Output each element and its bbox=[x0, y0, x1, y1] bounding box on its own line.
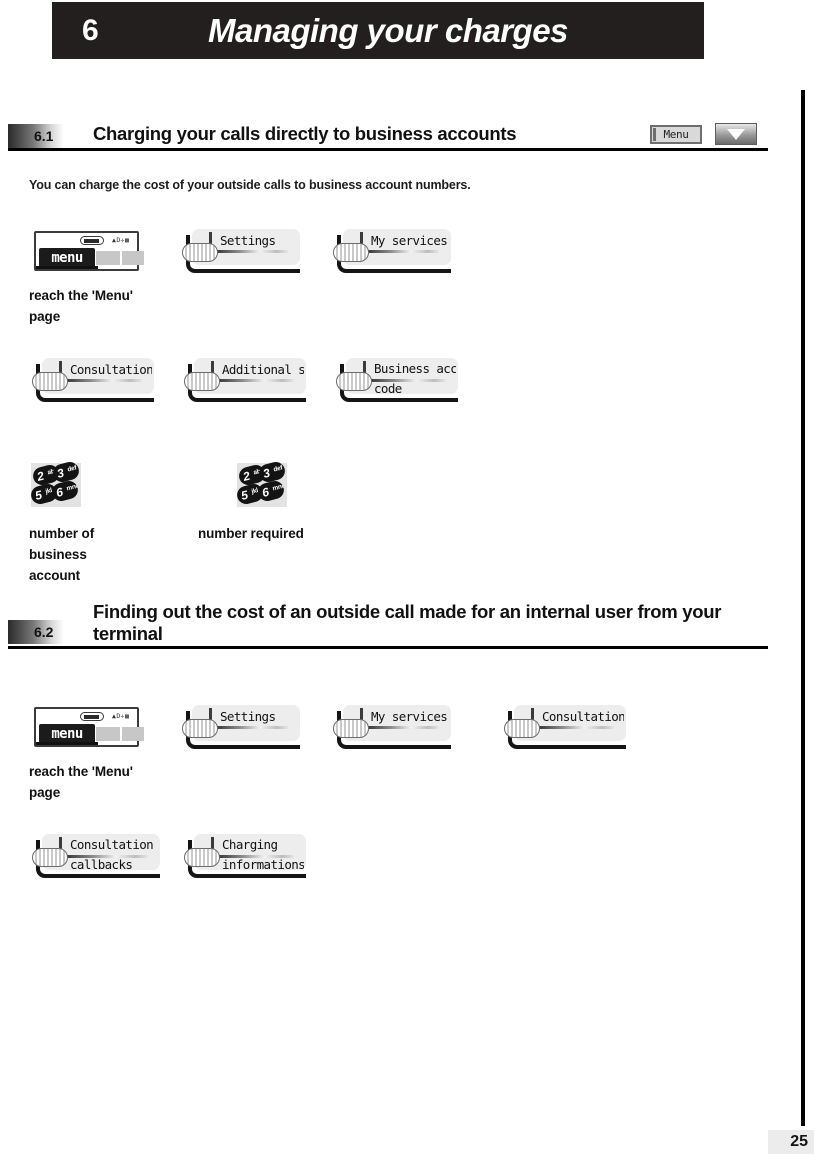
keypad-key-6: 6 mno bbox=[256, 479, 286, 503]
softkey-knob-icon bbox=[504, 719, 540, 738]
page-number-value: 25 bbox=[790, 1133, 808, 1150]
softkey-consultation-and-callbacks[interactable]: Consultation & callbacks bbox=[32, 834, 160, 878]
keypad-digit: 2 bbox=[241, 468, 252, 484]
caption-number-required: number required bbox=[198, 526, 304, 541]
softkey-label: Business accoun code bbox=[374, 361, 456, 394]
battery-icon bbox=[80, 236, 104, 245]
softkey-my-services[interactable]: My services bbox=[333, 229, 451, 273]
softkey-additional-services[interactable]: Additional servic bbox=[184, 358, 306, 402]
softkey-label: Consultation bbox=[70, 362, 152, 377]
softkey-business-account-code[interactable]: Business accoun code bbox=[336, 358, 458, 402]
caption-number-of-business-account: number of business account bbox=[29, 526, 95, 583]
softkey-consultation[interactable]: Consultation bbox=[32, 358, 154, 402]
keypad-letters: def bbox=[66, 464, 78, 474]
caption-part-bold: Menu bbox=[94, 764, 130, 779]
softkey-knob-icon bbox=[182, 243, 218, 262]
softkey-charging-informations[interactable]: Charging informations bbox=[184, 834, 306, 878]
caption-part-prefix: reach the ' bbox=[29, 288, 95, 303]
softkey-label: Settings bbox=[220, 709, 276, 724]
softkey-knob-icon bbox=[333, 719, 369, 738]
handset-slot-2 bbox=[122, 251, 144, 265]
keypad-letters: mno bbox=[65, 482, 80, 493]
softkey-label: Consultation & callbacks bbox=[70, 837, 154, 870]
softkey-label: Additional servic bbox=[222, 362, 304, 377]
handset-menu-tab: menu bbox=[39, 724, 95, 743]
softkey-knob-icon bbox=[333, 243, 369, 262]
handset-slot-1 bbox=[96, 251, 120, 265]
softkey-label: Consultation bbox=[542, 709, 624, 724]
handset-menu-icon: ▲D✛▩ menu bbox=[34, 707, 144, 747]
handset-slot-1 bbox=[96, 727, 120, 741]
keypad-icon-business-account: 2 abc 3 def 5 jkl 6 mno bbox=[29, 460, 81, 507]
menu-badge[interactable]: Menu bbox=[650, 125, 702, 144]
caption-part-bold: Menu bbox=[94, 288, 130, 303]
nav-down-button[interactable] bbox=[715, 123, 757, 145]
caption-part-suffix: ' bbox=[129, 764, 133, 779]
section-number: 6.1 bbox=[34, 128, 54, 144]
section-rule bbox=[8, 148, 768, 151]
section-title: Finding out the cost of an outside call … bbox=[93, 601, 722, 644]
keypad-digit: 6 bbox=[54, 484, 65, 500]
caption-part-line2: page bbox=[29, 309, 61, 324]
softkey-label: My services bbox=[371, 233, 448, 248]
caption-part-prefix: reach the ' bbox=[29, 764, 95, 779]
handset-baseline bbox=[36, 266, 98, 269]
keypad-digit: 5 bbox=[33, 487, 44, 503]
softkey-knob-icon bbox=[184, 848, 220, 867]
handset-status-bar: ▲D✛▩ bbox=[36, 235, 137, 247]
softkey-settings[interactable]: Settings bbox=[182, 705, 300, 749]
handset-menu-label: menu bbox=[51, 249, 83, 266]
menu-badge-label: Menu bbox=[663, 128, 689, 141]
softkey-consultation[interactable]: Consultation bbox=[504, 705, 626, 749]
caption-reach-menu-page: reach the 'Menu' page bbox=[29, 285, 179, 327]
keypad-digit: 2 bbox=[35, 468, 46, 484]
caption-part-suffix: ' bbox=[129, 288, 133, 303]
chapter-banner: 6 Managing your charges bbox=[52, 2, 704, 59]
softkey-knob-icon bbox=[184, 372, 220, 391]
caption-reach-menu-page: reach the 'Menu' page bbox=[29, 761, 179, 803]
battery-icon bbox=[80, 712, 104, 721]
softkey-label: Settings bbox=[220, 233, 276, 248]
triangle-down-icon bbox=[727, 128, 745, 140]
keypad-digit: 3 bbox=[261, 465, 272, 481]
section-number: 6.2 bbox=[34, 624, 54, 640]
caption-part-line2: page bbox=[29, 785, 61, 800]
softkey-label: My services bbox=[371, 709, 448, 724]
keypad-key-6: 6 mno bbox=[50, 479, 80, 503]
handset-menu-icon: ▲D✛▩ menu bbox=[34, 231, 144, 271]
intro-paragraph: You can charge the cost of your outside … bbox=[29, 178, 471, 192]
handset-menu-label: menu bbox=[51, 725, 83, 742]
keypad-digit: 6 bbox=[260, 484, 271, 500]
softkey-knob-icon bbox=[336, 372, 372, 391]
keypad-letters: mno bbox=[271, 482, 286, 493]
handset-slot-2 bbox=[122, 727, 144, 741]
softkey-knob-icon bbox=[32, 848, 68, 867]
section-title: Charging your calls directly to business… bbox=[93, 123, 517, 144]
status-glyphs: ▲D✛▩ bbox=[112, 712, 130, 720]
handset-menu-tab: menu bbox=[39, 248, 95, 267]
page-number: 25 bbox=[768, 1130, 814, 1154]
keypad-digit: 3 bbox=[55, 465, 66, 481]
handset-status-bar: ▲D✛▩ bbox=[36, 711, 137, 723]
softkey-my-services[interactable]: My services bbox=[333, 705, 451, 749]
right-margin-rule bbox=[801, 90, 805, 1126]
softkey-knob-icon bbox=[32, 372, 68, 391]
softkey-knob-icon bbox=[182, 719, 218, 738]
keypad-icon-number-required: 2 abc 3 def 5 jkl 6 mno bbox=[235, 460, 287, 507]
chapter-title: Managing your charges bbox=[208, 11, 568, 49]
keypad-digit: 5 bbox=[239, 487, 250, 503]
softkey-label: Charging informations bbox=[222, 837, 304, 870]
chapter-number: 6 bbox=[82, 13, 99, 47]
section-rule bbox=[8, 646, 768, 649]
status-glyphs: ▲D✛▩ bbox=[112, 236, 130, 244]
handset-baseline bbox=[36, 742, 98, 745]
keypad-letters: def bbox=[272, 464, 284, 474]
softkey-settings[interactable]: Settings bbox=[182, 229, 300, 273]
